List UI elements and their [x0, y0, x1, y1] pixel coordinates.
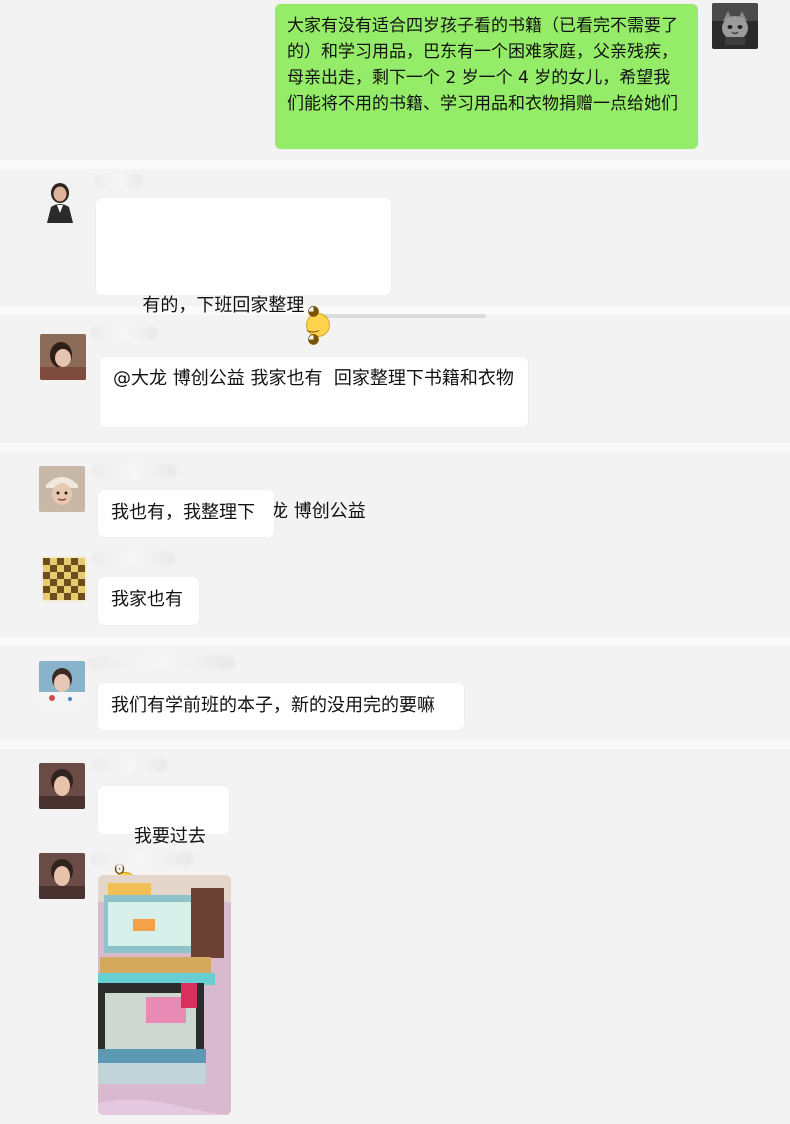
- sender-name-blur-3: [92, 464, 177, 478]
- cat-avatar-icon: [712, 3, 758, 49]
- chat-screenshot: 大家有没有适合四岁孩子看的书籍（已看完不需要了的）和学习用品，巴东有一个困难家庭…: [0, 0, 790, 1124]
- sender-name-blur-1: [94, 174, 143, 188]
- outgoing-message-bubble[interactable]: 大家有没有适合四岁孩子看的书籍（已看完不需要了的）和学习用品，巴东有一个困难家庭…: [275, 4, 698, 149]
- divider-5: [0, 740, 790, 749]
- avatar-6: [39, 763, 85, 809]
- woman-portrait-avatar-icon: [40, 334, 86, 380]
- message-image-bubble[interactable]: [98, 875, 231, 1115]
- child-photo-avatar-icon: [39, 661, 85, 707]
- sender-name-blur-7: [90, 852, 194, 866]
- message-bubble-1[interactable]: 有的，下班回家整理◕‿◕ 整理好了艾特你@大龙 博创公益: [96, 198, 391, 522]
- chessboard-avatar-icon: [41, 556, 87, 602]
- message-1-line-1-text: 有的，下班回家整理: [142, 295, 305, 316]
- sender-name-blur-6: [92, 758, 168, 772]
- sender-name-blur-5: [87, 656, 235, 670]
- user-avatar-cat: [712, 3, 758, 49]
- selfie-avatar-icon-repeat: [39, 853, 85, 899]
- avatar-4: [41, 556, 87, 602]
- avatar-7: [39, 853, 85, 899]
- avatar-1: [37, 177, 83, 223]
- slightly-smiling-face-icon: ◕‿◕: [306, 304, 331, 346]
- sender-name-blur-4: [92, 552, 176, 566]
- child-with-hat-avatar-icon: [39, 466, 85, 512]
- message-bubble-3[interactable]: 我也有，我整理下: [98, 490, 274, 537]
- message-bubble-6[interactable]: 我要过去ʘ‿ʘ: [98, 786, 229, 905]
- message-bubble-5[interactable]: 我们有学前班的本子，新的没用完的要嘛: [98, 683, 464, 730]
- stacked-notebooks-photo-icon: [98, 875, 231, 1115]
- message-1-line-1: 有的，下班回家整理 ◕‿◕: [108, 264, 379, 365]
- divider-1: [0, 160, 790, 169]
- woman-avatar-icon: [37, 177, 83, 223]
- avatar-5: [39, 661, 85, 707]
- message-6-text: 我要过去: [133, 826, 206, 847]
- avatar-2: [40, 334, 86, 380]
- message-bubble-2[interactable]: @大龙 博创公益 我家也有 回家整理下书籍和衣物: [100, 357, 528, 427]
- selfie-avatar-icon: [39, 763, 85, 809]
- sender-name-blur-2: [90, 326, 158, 340]
- avatar-3: [39, 466, 85, 512]
- message-bubble-4[interactable]: 我家也有: [98, 577, 199, 625]
- divider-4: [0, 637, 790, 646]
